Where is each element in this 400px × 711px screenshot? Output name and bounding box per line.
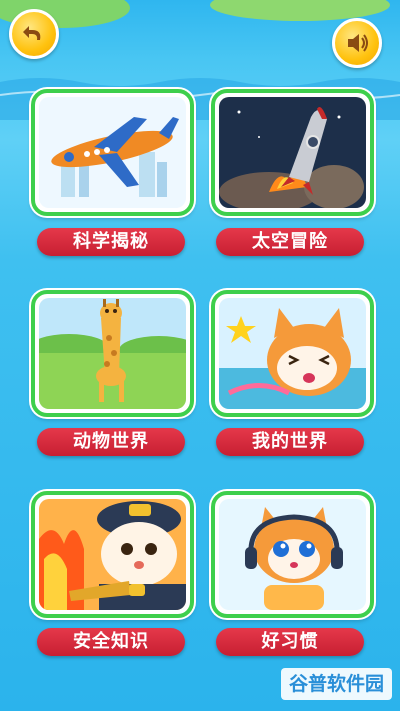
giraffe-illustration	[39, 298, 186, 409]
cat-with-headphones-illustration	[219, 499, 366, 610]
category-label[interactable]: 安全知识	[37, 628, 185, 656]
card-science[interactable]	[31, 89, 194, 216]
back-arrow-icon	[23, 26, 41, 40]
rocket-launch-illustration	[219, 97, 366, 208]
cat-with-star-illustration	[219, 298, 366, 409]
card-animals[interactable]	[31, 290, 194, 417]
category-label[interactable]: 科学揭秘	[37, 228, 185, 256]
category-label[interactable]: 好习惯	[216, 628, 364, 656]
firefighter-cat-illustration	[39, 499, 186, 610]
card-space[interactable]	[211, 89, 374, 216]
back-button[interactable]	[9, 9, 59, 59]
card-my-world[interactable]	[211, 290, 374, 417]
speaker-icon	[348, 34, 368, 52]
card-good-habits[interactable]	[211, 491, 374, 618]
category-label[interactable]: 我的世界	[216, 428, 364, 456]
card-safety[interactable]	[31, 491, 194, 618]
watermark: 谷普软件园	[280, 668, 392, 700]
category-label[interactable]: 太空冒险	[216, 228, 364, 256]
airplane-illustration	[39, 97, 186, 208]
category-label[interactable]: 动物世界	[37, 428, 185, 456]
sound-button[interactable]	[332, 18, 382, 68]
